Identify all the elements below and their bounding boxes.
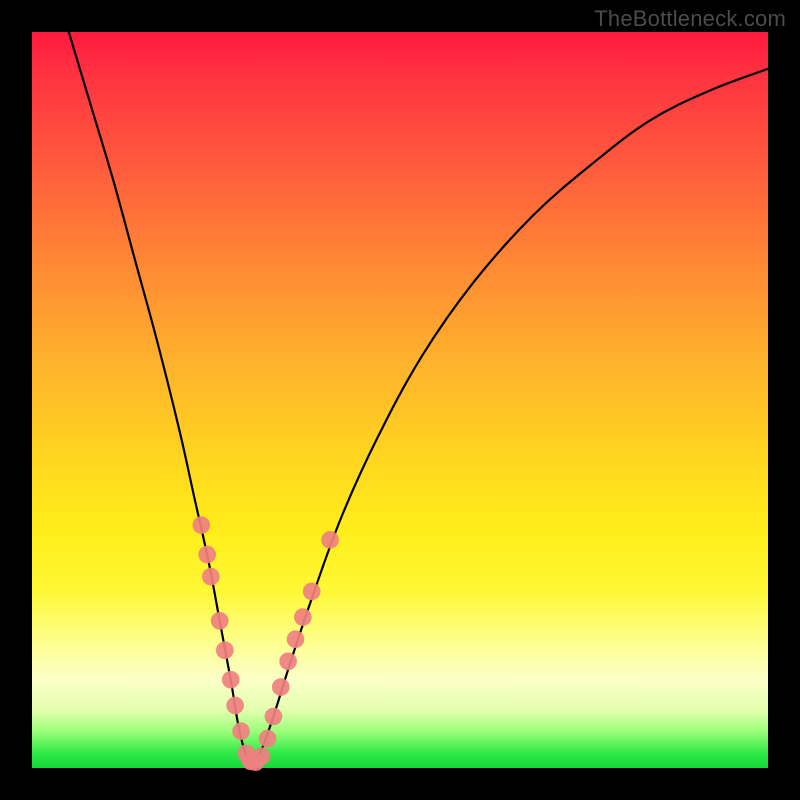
highlight-point bbox=[287, 630, 305, 648]
highlight-point bbox=[253, 747, 271, 765]
highlight-point bbox=[202, 568, 220, 586]
highlight-point bbox=[265, 708, 283, 726]
bottleneck-curve bbox=[69, 32, 768, 762]
highlight-point bbox=[259, 730, 277, 748]
highlight-point bbox=[272, 678, 290, 696]
highlight-point bbox=[279, 652, 297, 670]
plot-area bbox=[32, 32, 768, 768]
highlight-point bbox=[216, 641, 234, 659]
marker-group bbox=[192, 516, 338, 771]
highlight-point bbox=[321, 531, 339, 549]
highlight-point bbox=[198, 546, 216, 564]
chart-svg bbox=[32, 32, 768, 768]
chart-frame: TheBottleneck.com bbox=[0, 0, 800, 800]
highlight-point bbox=[232, 722, 250, 740]
highlight-point bbox=[303, 583, 321, 601]
highlight-point bbox=[211, 612, 229, 630]
watermark-text: TheBottleneck.com bbox=[594, 6, 786, 32]
highlight-point bbox=[192, 516, 210, 534]
curve-group bbox=[69, 32, 768, 762]
highlight-point bbox=[294, 608, 312, 626]
highlight-point bbox=[222, 671, 240, 689]
highlight-point bbox=[226, 697, 244, 715]
